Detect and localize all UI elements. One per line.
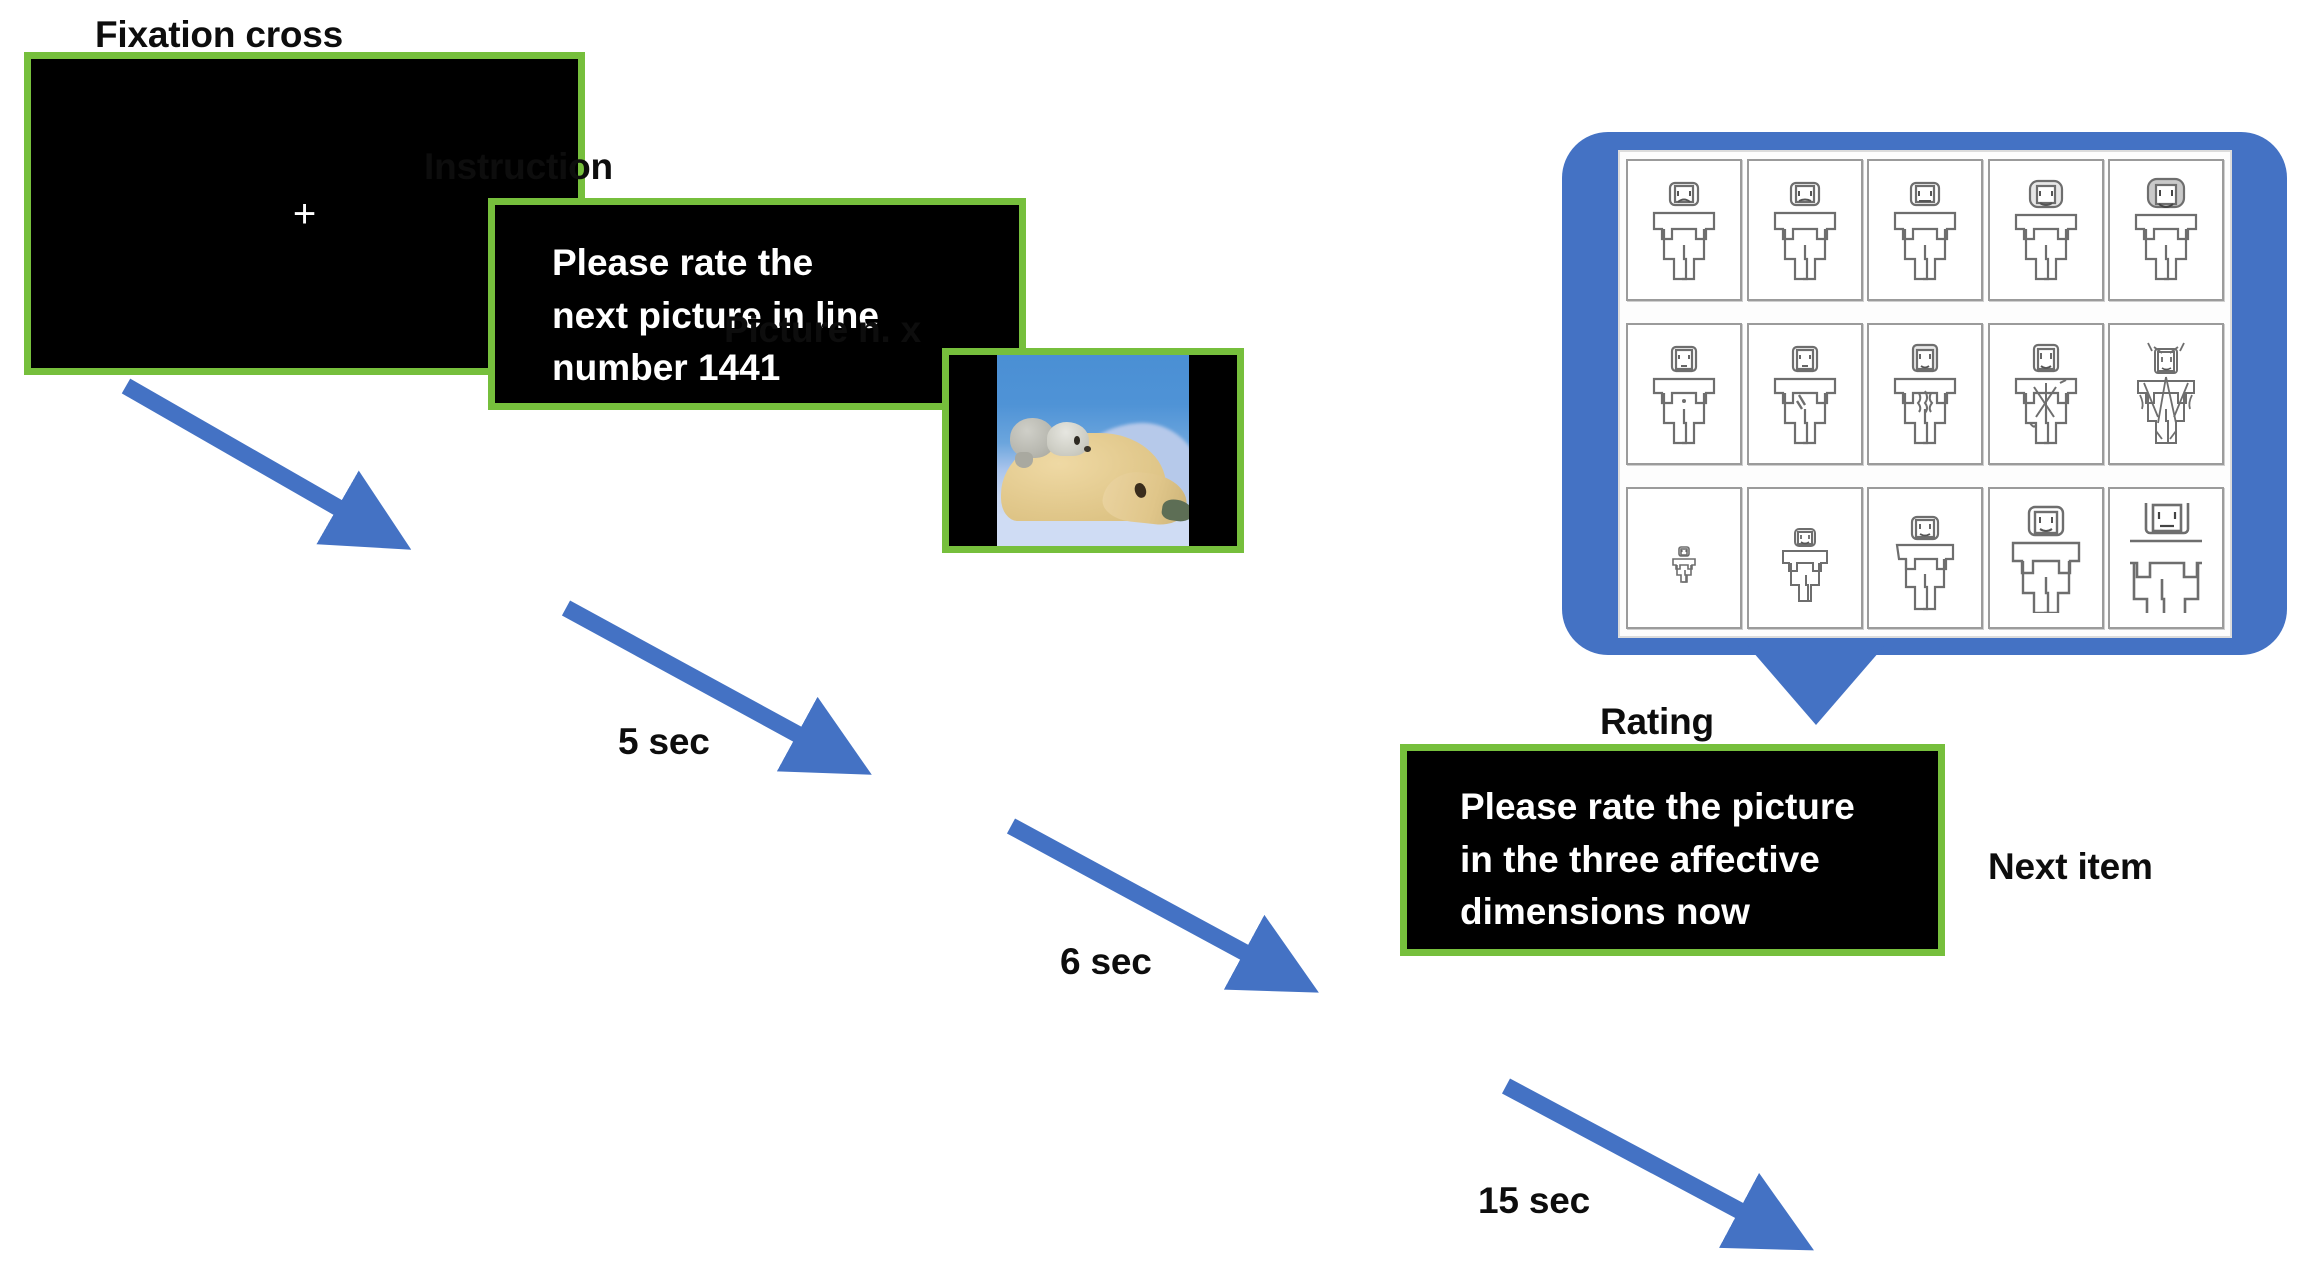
arrow-fixation-to-instruction: [121, 378, 412, 550]
sam-cell-arousal-4[interactable]: [1987, 323, 2104, 465]
duration-label-instruction-to-picture: 5 sec: [618, 721, 710, 762]
sam-cell-valence-3[interactable]: [1867, 159, 1983, 301]
arrow-rating-to-next-item: [1501, 1078, 1814, 1251]
arrow-picture-to-rating: [1006, 818, 1319, 993]
rating-instruction-screen-text: Please rate the picture in the three aff…: [1460, 786, 1855, 933]
sam-cell-arousal-2[interactable]: [1746, 323, 1863, 465]
sam-cell-arousal-5[interactable]: [2108, 323, 2224, 465]
picture-label: Picture n. x: [724, 309, 922, 350]
sam-cell-valence-4[interactable]: [1987, 159, 2104, 301]
callout-tail-triangle: [1740, 637, 1892, 725]
sam-rating-grid: [1618, 150, 2232, 638]
rating-instruction-screen: Please rate the picture in the three aff…: [1400, 744, 1945, 956]
sam-cell-valence-1[interactable]: [1626, 159, 1742, 301]
sam-cell-arousal-3[interactable]: [1867, 323, 1983, 465]
picture-screen: [942, 348, 1244, 553]
trial-sequence-diagram: Fixation cross + Instruction Please rate…: [0, 0, 2316, 1277]
sam-row-valence: [1626, 159, 2224, 301]
duration-label-picture-to-rating: 6 sec: [1060, 941, 1152, 982]
sam-cell-dominance-2[interactable]: [1746, 487, 1863, 629]
sam-rating-callout: [1562, 132, 2287, 725]
fixation-cross-label: Fixation cross: [95, 14, 344, 55]
arrow-instruction-to-picture: [561, 600, 872, 775]
sam-row-dominance: [1626, 487, 2224, 629]
sam-cell-dominance-5[interactable]: [2108, 487, 2224, 629]
sam-cell-dominance-1[interactable]: [1626, 487, 1742, 629]
sam-cell-arousal-1[interactable]: [1626, 323, 1742, 465]
polar-bear-image: [997, 355, 1189, 546]
instruction-label: Instruction: [424, 146, 613, 187]
next-item-label: Next item: [1988, 846, 2153, 887]
rating-label: Rating: [1600, 701, 1714, 742]
sam-row-arousal: [1626, 323, 2224, 465]
sam-cell-valence-2[interactable]: [1746, 159, 1863, 301]
duration-label-rating-to-next-item: 15 sec: [1478, 1180, 1590, 1221]
sam-cell-dominance-4[interactable]: [1987, 487, 2104, 629]
sam-cell-valence-5[interactable]: [2108, 159, 2224, 301]
fixation-cross-symbol: +: [292, 191, 317, 236]
sam-cell-dominance-3[interactable]: [1867, 487, 1983, 629]
